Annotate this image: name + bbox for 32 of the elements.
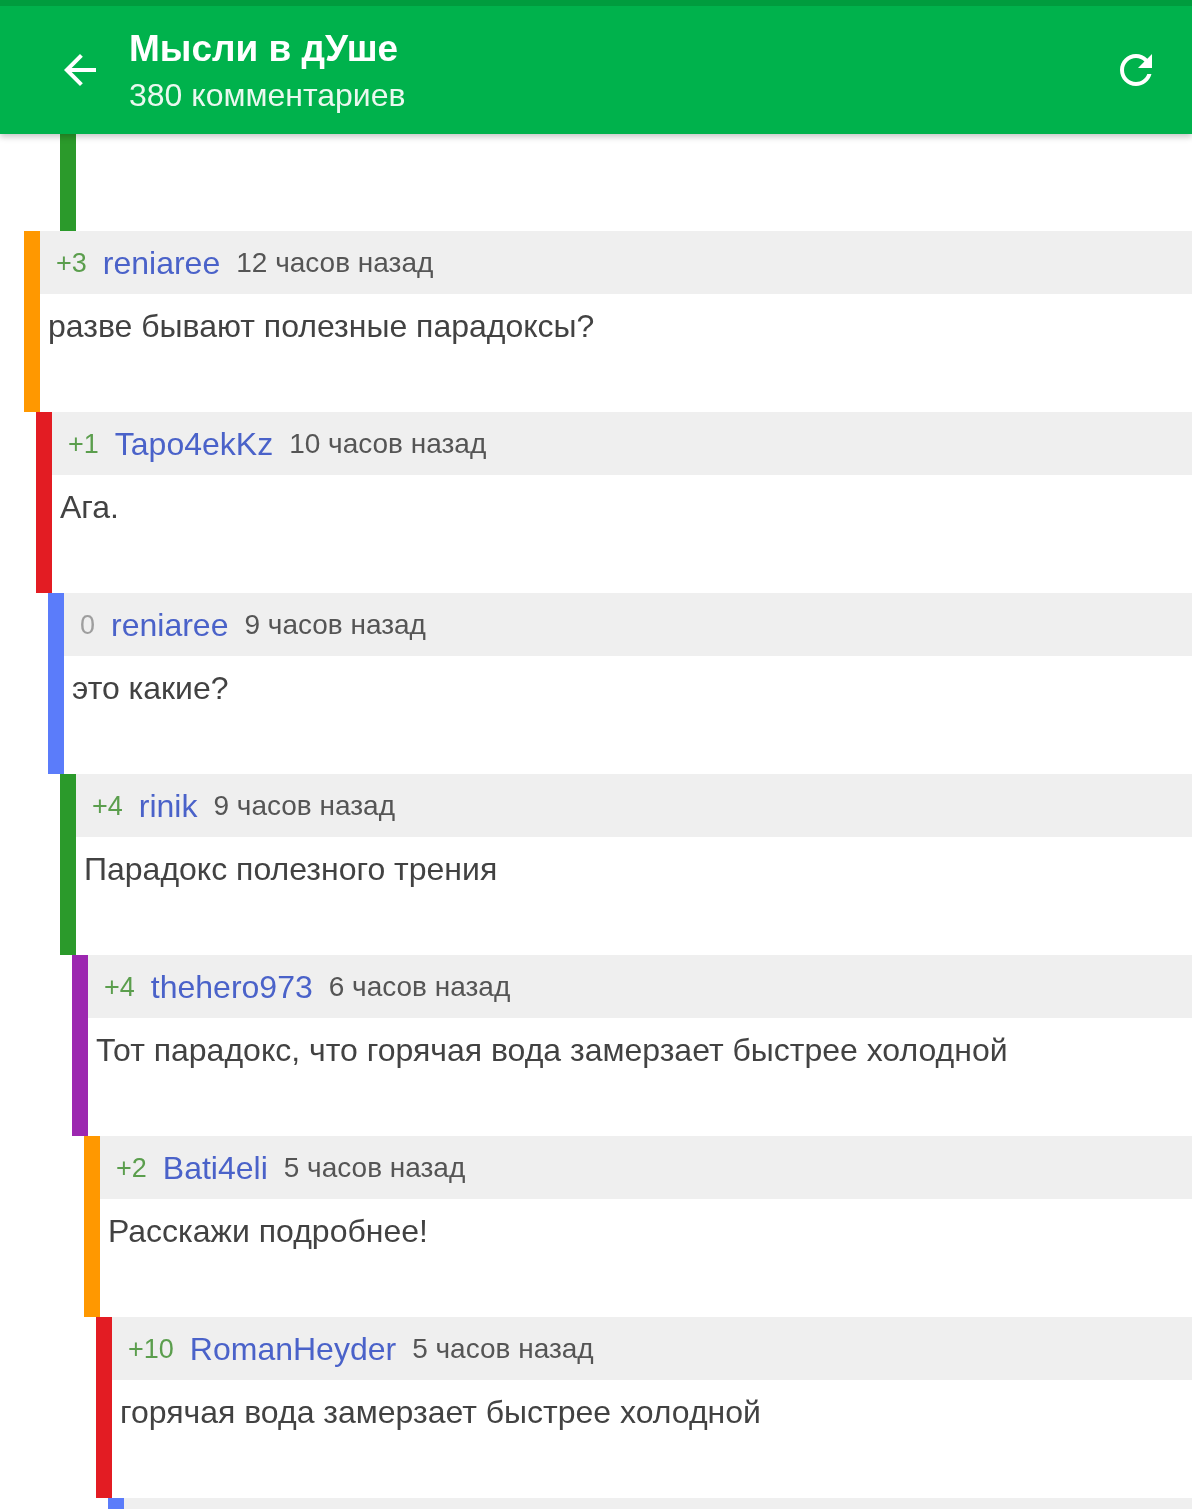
timestamp: 9 часов назад [213,789,395,822]
score-count: +10 [128,1333,174,1364]
author-link[interactable]: rinik [138,787,198,824]
timestamp: 10 часов назад [289,427,487,460]
score-count: +3 [56,247,87,278]
score-count: +1 [68,428,99,459]
author-link[interactable]: RomanHeyder [189,1330,397,1367]
timestamp: 6 часов назад [328,970,511,1003]
score-count: +4 [104,971,135,1002]
timestamp: 9 часов назад [244,608,426,641]
author-link[interactable]: Bati4eli [162,1149,268,1186]
comment-text: это какие? [72,670,229,706]
comment-text: Ага. [60,489,119,525]
comment-text: горячая вода замерзает быстрее холодной [120,1394,761,1430]
comment-text: разве бывают полезные парадоксы? [48,308,595,344]
timestamp: 5 часов назад [283,1151,466,1184]
comment-text: Тот парадокс, что горячая вода замерзает быстрее холодной [96,1032,1008,1068]
author-link[interactable]: reniaree [102,244,221,281]
author-link[interactable]: reniaree [111,606,229,643]
author-link[interactable]: thehero973 [150,968,313,1005]
comment-text: Парадокс полезного трения [84,851,498,887]
refresh-icon[interactable] [1120,54,1152,86]
author-link[interactable]: Tapo4ekKz [114,425,274,462]
timestamp: 5 часов назад [412,1332,594,1365]
back-arrow-icon[interactable] [64,54,96,86]
screen-title: Мысли в дУше [129,29,399,69]
timestamp: 12 часов назад [236,246,434,279]
score-count: 0 [80,609,96,640]
comment-count: 380 комментариев [129,77,406,113]
score-count: +2 [116,1152,147,1183]
comment-text: Расскажи подробнее! [108,1213,428,1249]
score-count: +4 [92,790,123,821]
